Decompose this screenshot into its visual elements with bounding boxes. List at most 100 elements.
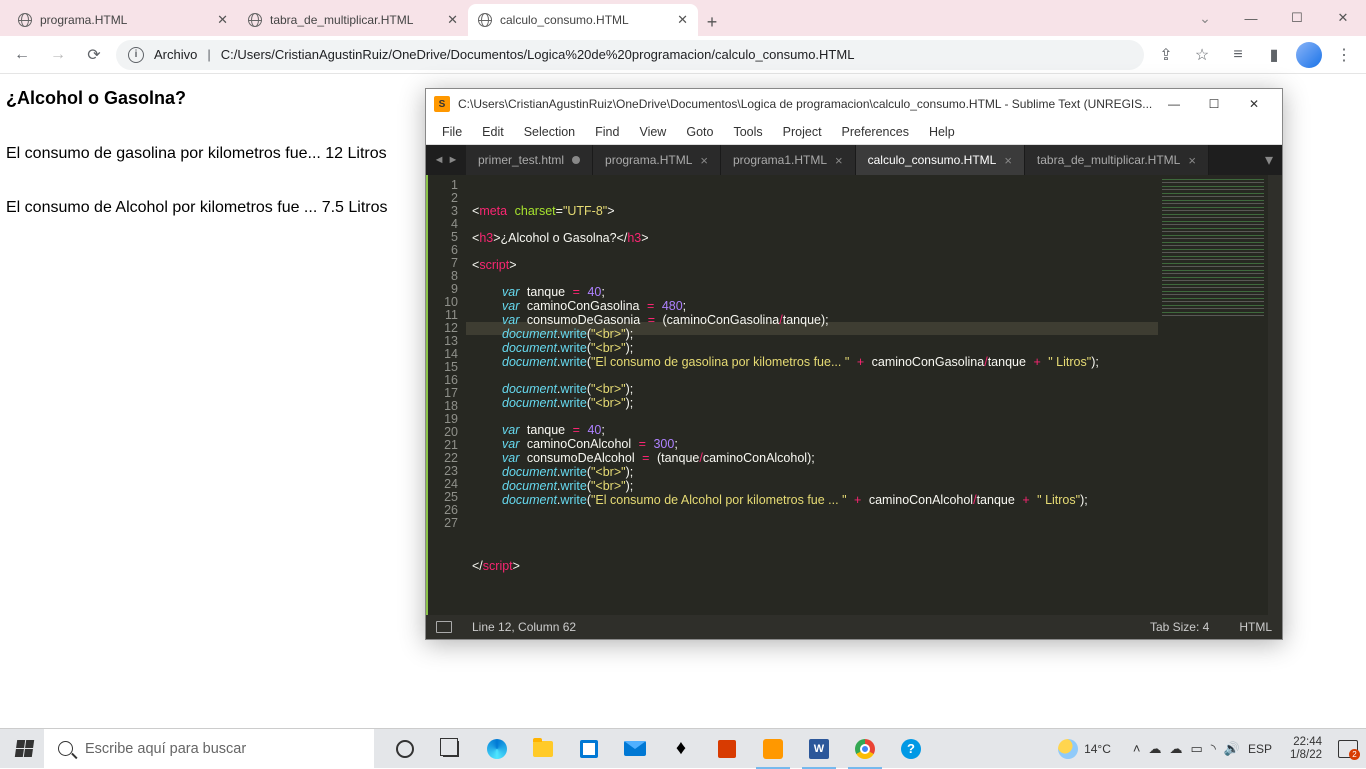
start-button[interactable]: [4, 729, 44, 769]
new-tab-button[interactable]: +: [698, 8, 726, 36]
explorer-icon[interactable]: [520, 729, 566, 769]
minimize-button[interactable]: —: [1228, 0, 1274, 36]
dropbox-icon[interactable]: ♦: [658, 729, 704, 769]
volume-icon[interactable]: 🔊: [1224, 741, 1240, 757]
url-text: C:/Users/CristianAgustinRuiz/OneDrive/Do…: [221, 47, 855, 62]
star-icon[interactable]: ☆: [1188, 41, 1216, 69]
sublime-titlebar[interactable]: S C:\Users\CristianAgustinRuiz\OneDrive\…: [426, 89, 1282, 119]
help-icon[interactable]: ?: [888, 729, 934, 769]
menu-preferences[interactable]: Preferences: [832, 122, 919, 142]
menu-tools[interactable]: Tools: [723, 122, 772, 142]
editor-tab-1[interactable]: programa.HTML×: [593, 145, 721, 175]
close-icon[interactable]: ×: [700, 153, 708, 168]
close-icon[interactable]: ×: [835, 153, 843, 168]
url-label: Archivo: [154, 47, 197, 62]
sublime-title: C:\Users\CristianAgustinRuiz\OneDrive\Do…: [458, 97, 1152, 111]
editor-tab-2[interactable]: programa1.HTML×: [721, 145, 856, 175]
tab-title: tabra_de_multiplicar.HTML: [270, 13, 413, 27]
weather-widget[interactable]: 14°C: [1058, 739, 1111, 759]
globe-icon: [478, 13, 492, 27]
code-area[interactable]: <meta charset="UTF-8"> <h3>¿Alcohol o Ga…: [466, 175, 1158, 615]
panel-icon[interactable]: ▮: [1260, 41, 1288, 69]
store-icon[interactable]: [566, 729, 612, 769]
kebab-menu-icon[interactable]: ⋮: [1330, 41, 1358, 69]
forward-button[interactable]: →: [44, 41, 72, 69]
sublime-taskbar-icon[interactable]: [750, 729, 796, 769]
taskbar-search[interactable]: Escribe aquí para buscar: [44, 729, 374, 769]
chevron-down-icon[interactable]: ⌄: [1182, 0, 1228, 36]
tab-overflow-icon[interactable]: ▾: [1256, 145, 1282, 175]
office-icon[interactable]: [704, 729, 750, 769]
maximize-button[interactable]: ☐: [1194, 89, 1234, 119]
system-tray: 14°C ˄ ☁ ☁ ▭ ◝ 🔊 ESP 22:441/8/22 2: [1058, 736, 1362, 762]
close-icon[interactable]: ×: [1004, 153, 1012, 168]
browser-tab-0[interactable]: programa.HTML ✕: [8, 4, 238, 36]
share-icon[interactable]: ⇪: [1152, 41, 1180, 69]
task-view-icon[interactable]: [428, 729, 474, 769]
menu-edit[interactable]: Edit: [472, 122, 514, 142]
address-bar[interactable]: i Archivo | C:/Users/CristianAgustinRuiz…: [116, 40, 1144, 70]
search-placeholder: Escribe aquí para buscar: [85, 741, 246, 757]
browser-tab-1[interactable]: tabra_de_multiplicar.HTML ✕: [238, 4, 468, 36]
sublime-logo-icon: S: [434, 96, 450, 112]
clock[interactable]: 22:441/8/22: [1290, 736, 1322, 762]
editor-area[interactable]: 1234567891011121314151617181920212223242…: [426, 175, 1282, 615]
tray-chevron-icon[interactable]: ˄: [1133, 741, 1141, 756]
language-indicator[interactable]: ESP: [1248, 742, 1272, 756]
windows-logo-icon: [14, 740, 33, 757]
cortana-icon[interactable]: [382, 729, 428, 769]
sublime-tabbar: ◄ ► primer_test.html programa.HTML× prog…: [426, 145, 1282, 175]
mail-icon[interactable]: [612, 729, 658, 769]
close-button[interactable]: ✕: [1320, 0, 1366, 36]
panel-icon[interactable]: [436, 621, 452, 633]
editor-tab-0[interactable]: primer_test.html: [466, 145, 593, 175]
close-icon[interactable]: ×: [1188, 153, 1196, 168]
line-gutter: 1234567891011121314151617181920212223242…: [426, 175, 466, 615]
dirty-icon: [572, 156, 580, 164]
back-button[interactable]: ←: [8, 41, 36, 69]
playlist-icon[interactable]: ≡: [1224, 41, 1252, 69]
status-tabsize[interactable]: Tab Size: 4: [1150, 620, 1209, 634]
battery-icon[interactable]: ▭: [1190, 741, 1202, 757]
windows-taskbar: Escribe aquí para buscar ♦ W ? 14°C ˄ ☁ …: [0, 728, 1366, 768]
word-icon[interactable]: W: [796, 729, 842, 769]
menu-help[interactable]: Help: [919, 122, 965, 142]
scrollbar[interactable]: [1268, 175, 1282, 615]
minimize-button[interactable]: —: [1154, 89, 1194, 119]
close-icon[interactable]: ✕: [217, 12, 228, 28]
status-language[interactable]: HTML: [1239, 620, 1272, 634]
info-icon[interactable]: i: [128, 47, 144, 63]
chrome-taskbar-icon[interactable]: [842, 729, 888, 769]
status-position[interactable]: Line 12, Column 62: [472, 620, 576, 634]
close-icon[interactable]: ✕: [447, 12, 458, 28]
reload-button[interactable]: ⟳: [80, 41, 108, 69]
close-icon[interactable]: ✕: [677, 12, 688, 28]
editor-tab-4[interactable]: tabra_de_multiplicar.HTML×: [1025, 145, 1209, 175]
wifi-icon[interactable]: ◝: [1211, 741, 1216, 757]
profile-avatar[interactable]: [1296, 42, 1322, 68]
close-button[interactable]: ✕: [1234, 89, 1274, 119]
onedrive-icon[interactable]: ☁: [1148, 741, 1161, 757]
onedrive-icon[interactable]: ☁: [1169, 741, 1182, 757]
tab-title: programa.HTML: [40, 13, 127, 27]
menu-view[interactable]: View: [629, 122, 676, 142]
menu-goto[interactable]: Goto: [676, 122, 723, 142]
menu-find[interactable]: Find: [585, 122, 629, 142]
tab-nav-arrows[interactable]: ◄ ►: [426, 145, 466, 175]
notifications-icon[interactable]: 2: [1338, 740, 1358, 758]
browser-tab-2[interactable]: calculo_consumo.HTML ✕: [468, 4, 698, 36]
maximize-button[interactable]: ☐: [1274, 0, 1320, 36]
minimap[interactable]: [1158, 175, 1268, 615]
tab-title: calculo_consumo.HTML: [500, 13, 629, 27]
menu-selection[interactable]: Selection: [514, 122, 585, 142]
window-controls: ⌄ — ☐ ✕: [1182, 0, 1366, 36]
edge-icon[interactable]: [474, 729, 520, 769]
editor-tab-3[interactable]: calculo_consumo.HTML×: [856, 145, 1025, 175]
sublime-menubar: File Edit Selection Find View Goto Tools…: [426, 119, 1282, 145]
menu-project[interactable]: Project: [773, 122, 832, 142]
menu-file[interactable]: File: [432, 122, 472, 142]
sublime-window: S C:\Users\CristianAgustinRuiz\OneDrive\…: [425, 88, 1283, 640]
globe-icon: [18, 13, 32, 27]
chrome-tabstrip: programa.HTML ✕ tabra_de_multiplicar.HTML…: [0, 0, 1366, 36]
search-icon: [58, 741, 73, 756]
